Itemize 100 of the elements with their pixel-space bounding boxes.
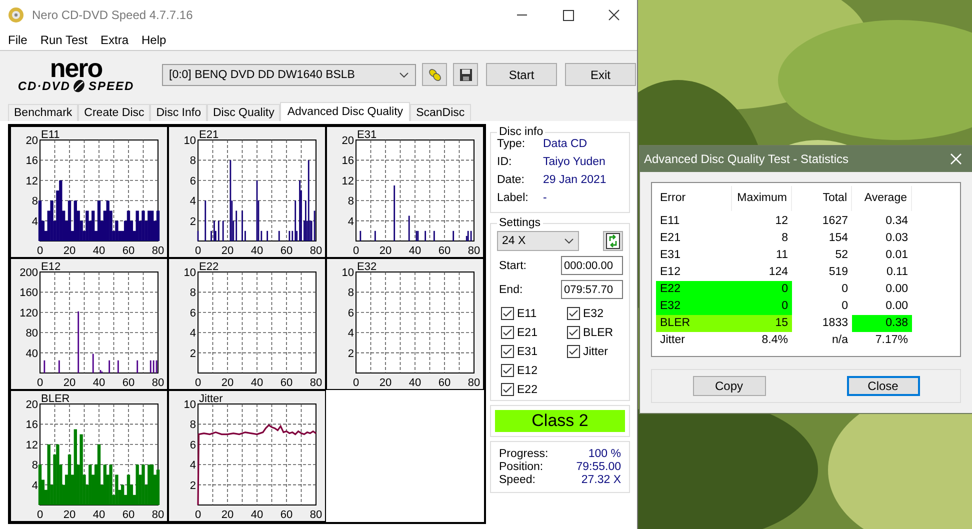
axis-tick-label: 20 <box>221 245 234 256</box>
tab[interactable]: Benchmark <box>8 104 78 121</box>
column-header: Maximum <box>732 186 792 211</box>
axis-tick-label: 80 <box>310 245 322 256</box>
axis-tick-label: 12 <box>26 175 38 188</box>
table-cell-text: 0.34 <box>884 214 909 229</box>
tab[interactable]: Disc Info <box>150 104 207 121</box>
table-cell-text: n/a <box>831 333 849 348</box>
axis-tick-label: 4 <box>190 328 196 340</box>
axis-tick-label: 8 <box>32 196 38 208</box>
checkbox[interactable] <box>567 326 580 339</box>
menu-item[interactable]: Extra <box>100 33 128 47</box>
axis-tick-label: 20 <box>342 135 354 147</box>
toolbar-button[interactable]: Exit <box>565 63 636 86</box>
checkbox[interactable] <box>501 307 514 320</box>
disc-swoosh-icon <box>71 78 88 92</box>
checkbox[interactable] <box>501 364 514 377</box>
checkbox-label: E31 <box>517 346 538 358</box>
axis-tick-label: 8 <box>190 419 196 432</box>
chain-link-icon <box>426 66 442 82</box>
axis-tick-label: 20 <box>63 377 76 388</box>
field-value: - <box>543 192 547 206</box>
axis-tick-label: 6 <box>190 439 196 452</box>
axis-tick-label: 160 <box>20 287 38 300</box>
refresh-button[interactable] <box>603 231 623 251</box>
checkbox[interactable] <box>567 345 580 358</box>
axis-tick-label: 120 <box>20 307 38 320</box>
tab[interactable]: Advanced Disc Quality <box>280 102 410 121</box>
chart-title: E21 <box>199 129 219 141</box>
checkbox-label: Jitter <box>583 346 608 358</box>
column-header: Error <box>656 186 732 211</box>
axis-tick-label: 60 <box>122 377 135 388</box>
axis-tick-label: 60 <box>280 509 293 520</box>
chart-title: Jitter <box>199 393 223 405</box>
speed-dropdown[interactable]: 24 X <box>497 231 579 251</box>
dialog-button[interactable]: Close <box>846 376 920 396</box>
axis-tick-label: 20 <box>63 245 76 256</box>
dialog-title: Advanced Disc Quality Test - Statistics <box>644 152 849 166</box>
axis-tick-label: 10 <box>342 267 354 279</box>
chevron-down-icon <box>399 72 409 78</box>
axis-tick-label: 80 <box>310 377 322 388</box>
drive-dropdown[interactable]: [0:0] BENQ DVD DD DW1640 BSLB <box>162 64 416 86</box>
axis-tick-label: 20 <box>379 245 392 256</box>
axis-tick-label: 10 <box>184 267 196 279</box>
close-icon[interactable] <box>950 153 962 165</box>
axis-tick-label: 12 <box>26 439 38 452</box>
axis-tick-label: 0 <box>352 245 360 256</box>
axis-tick-label: 2 <box>348 348 354 360</box>
tab[interactable]: Create Disc <box>78 104 150 121</box>
checkbox[interactable] <box>501 326 514 339</box>
toolbar-button[interactable]: Start <box>486 63 557 86</box>
axis-tick-label: 8 <box>348 196 354 208</box>
field-label: Progress: <box>499 448 548 460</box>
quality-class-badge: Class 2 <box>495 410 625 432</box>
logo-text: CD·DVD <box>18 78 70 92</box>
table-cell-text: 154 <box>828 231 849 246</box>
menu-item[interactable]: Run Test <box>40 33 88 47</box>
window-title: Nero CD-DVD Speed 4.7.7.16 <box>32 8 194 22</box>
tab[interactable]: Disc Quality <box>207 104 280 121</box>
logo-wordmark: nero <box>50 56 102 78</box>
axis-tick-label: 20 <box>221 509 234 520</box>
field-value: Taiyo Yuden <box>543 156 606 170</box>
axis-tick-label: 2 <box>190 480 196 492</box>
chart-title: BLER <box>41 393 70 405</box>
axis-tick-label: 6 <box>190 175 196 188</box>
axis-tick-label: 80 <box>152 245 164 256</box>
table-cell-text: 0 <box>840 299 849 314</box>
axis-tick-label: 60 <box>280 377 293 388</box>
menu-item[interactable]: Help <box>142 33 166 47</box>
chart-title: E31 <box>357 129 377 141</box>
axis-tick-label: 10 <box>184 135 196 147</box>
end-time-field[interactable]: 079:57.70 <box>561 280 623 299</box>
save-button[interactable] <box>453 63 478 86</box>
axis-tick-label: 20 <box>26 399 38 411</box>
checkbox[interactable] <box>501 383 514 396</box>
field-value: 79:55.00 <box>576 461 621 473</box>
menu-item[interactable]: File <box>8 33 28 47</box>
checkbox[interactable] <box>567 307 580 320</box>
disc-icon <box>8 7 24 23</box>
axis-tick-label: 60 <box>122 509 135 520</box>
axis-tick-label: 80 <box>310 509 322 520</box>
axis-tick-label: 40 <box>408 245 422 256</box>
table-cell-text: 124 <box>768 265 789 280</box>
tab[interactable]: ScanDisc <box>410 104 471 121</box>
axis-tick-label: 20 <box>26 135 38 147</box>
axis-tick-label: 80 <box>468 377 480 388</box>
start-time-field[interactable]: 000:00.00 <box>561 256 623 275</box>
drive-info-button[interactable] <box>422 63 447 86</box>
dialog-button[interactable]: Copy <box>692 376 766 396</box>
refresh-icon <box>606 233 620 249</box>
field-label: Label: <box>497 192 530 206</box>
axis-tick-label: 40 <box>408 377 422 388</box>
field-label: Type: <box>497 138 526 152</box>
field-value: 100 % <box>588 448 621 460</box>
axis-tick-label: 16 <box>26 155 38 168</box>
table-cell-text: 0.00 <box>884 299 909 314</box>
checkbox[interactable] <box>501 345 514 358</box>
field-value: Data CD <box>543 138 588 152</box>
axis-tick-label: 60 <box>122 245 135 256</box>
axis-tick-label: 60 <box>438 377 451 388</box>
